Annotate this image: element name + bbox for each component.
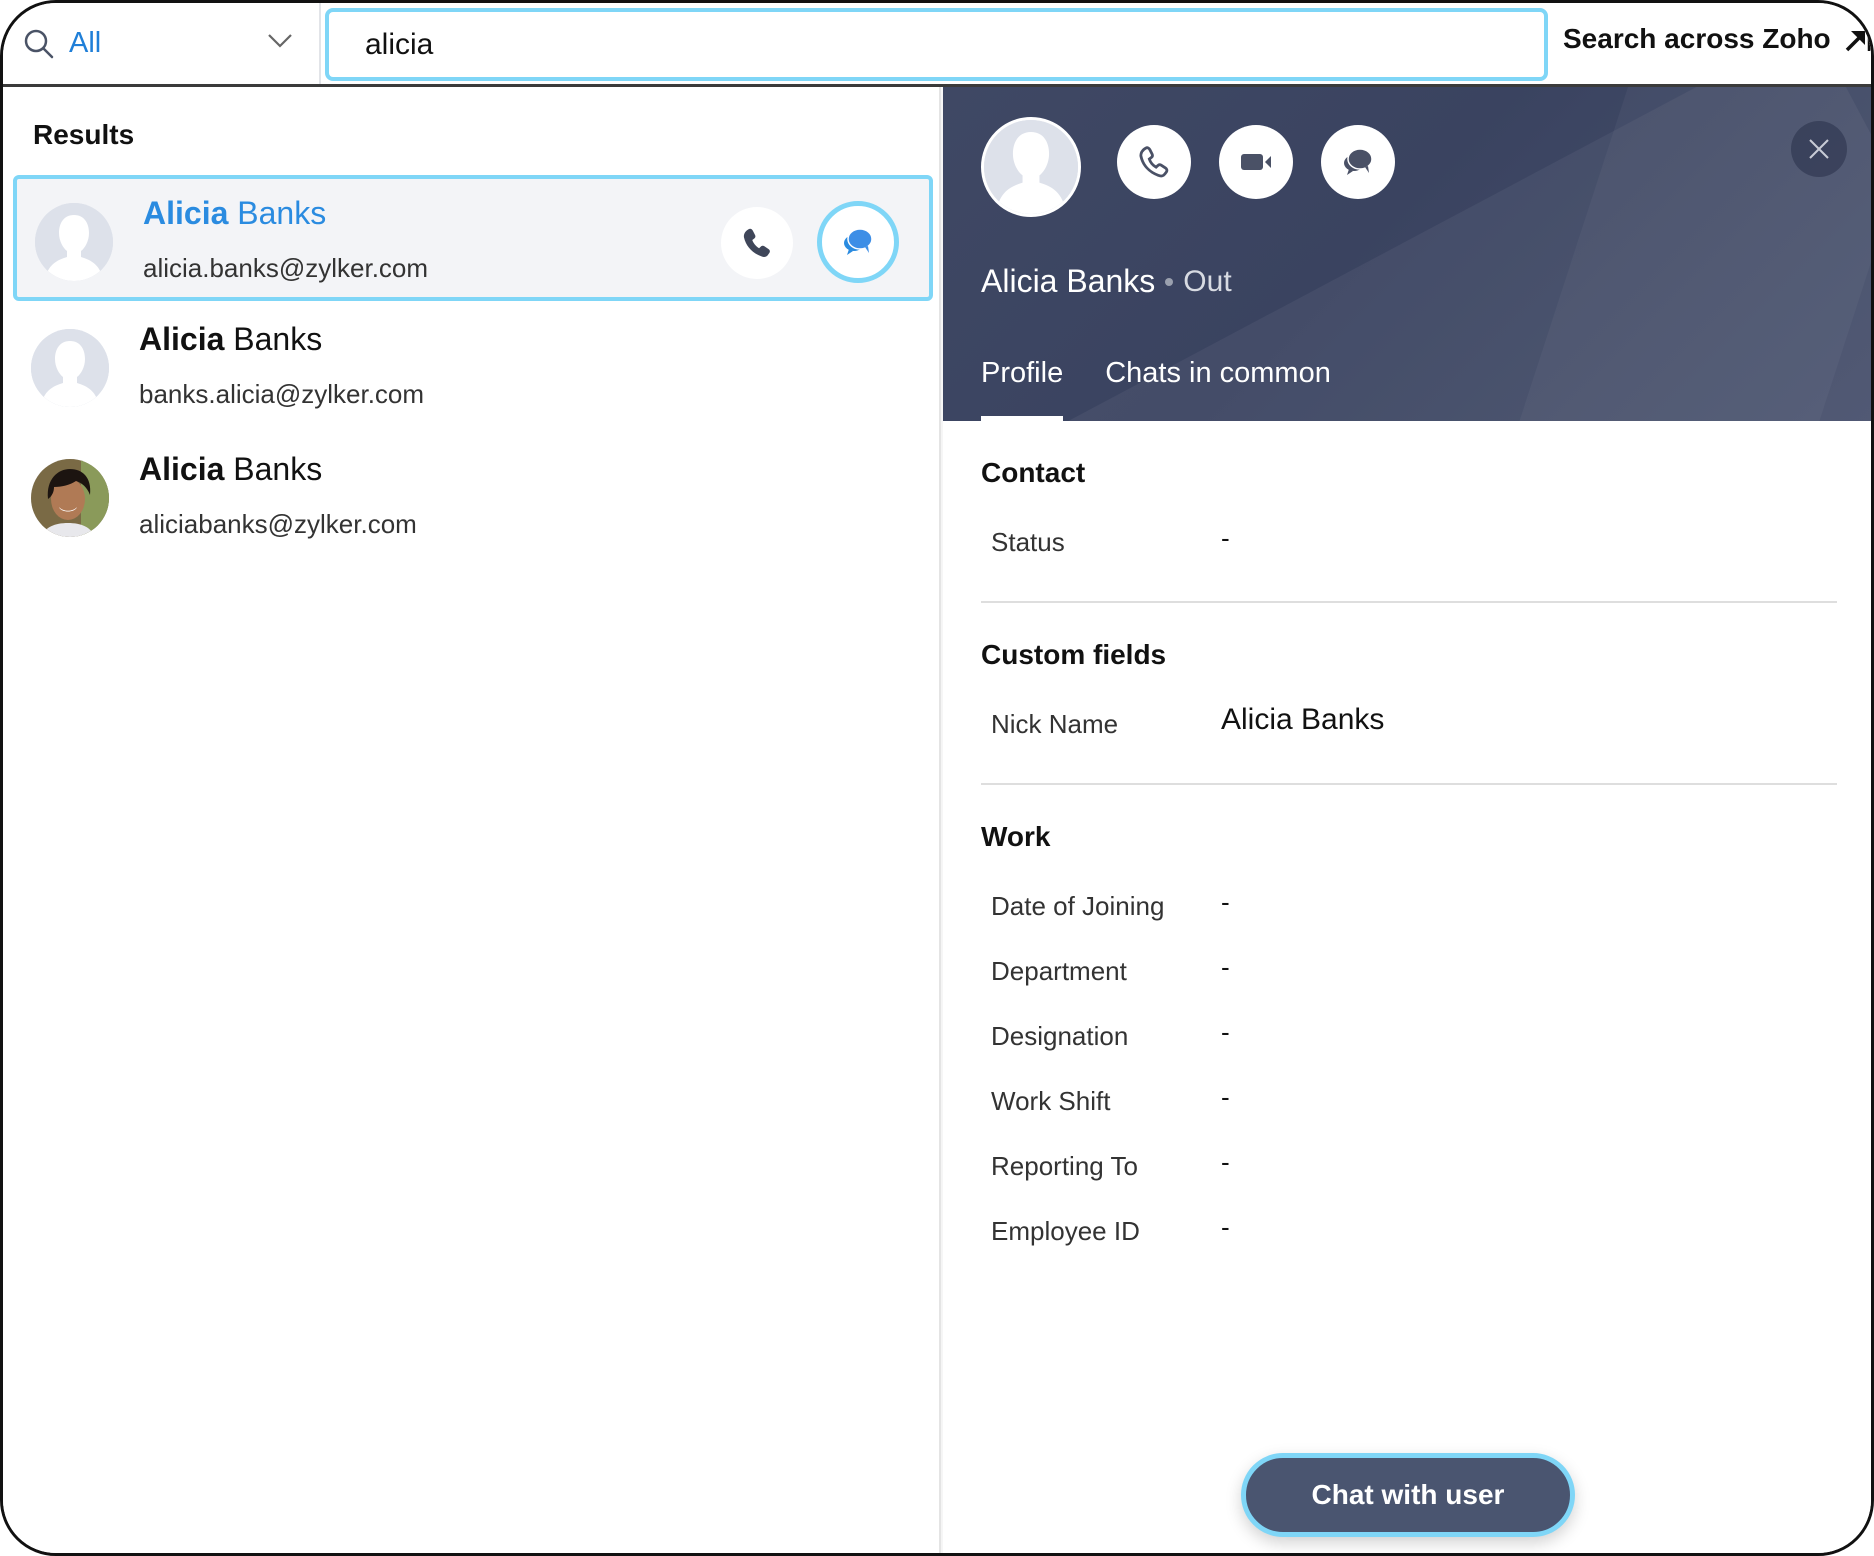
- result-row[interactable]: Alicia Banks banks.alicia@zylker.com: [13, 305, 933, 431]
- section-contact-title: Contact: [981, 457, 1086, 488]
- field-value-reporting-to: -: [1221, 1147, 1230, 1177]
- close-icon: [1809, 139, 1829, 159]
- results-title: Results: [33, 119, 135, 150]
- search-across-label: Search across Zoho: [1563, 23, 1831, 54]
- scope-label: All: [69, 27, 102, 59]
- profile-call-button[interactable]: [1117, 125, 1191, 199]
- search-window: All Search across Zoho Results: [0, 0, 1874, 1556]
- result-email: aliciabanks@zylker.com: [139, 509, 417, 539]
- field-label-date-of-joining: Date of Joining: [991, 891, 1165, 921]
- result-email: alicia.banks@zylker.com: [143, 253, 429, 283]
- result-name: Alicia Banks: [139, 321, 323, 357]
- avatar-photo: [31, 459, 109, 537]
- call-button[interactable]: [721, 207, 793, 279]
- chevron-down-icon: [268, 34, 292, 48]
- search-bar: All Search across Zoho: [3, 3, 1871, 87]
- field-value-designation: -: [1221, 1017, 1230, 1047]
- result-name: Alicia Banks: [143, 195, 327, 231]
- field-label-status: Status: [991, 527, 1065, 557]
- field-label-designation: Designation: [991, 1021, 1129, 1051]
- result-name: Alicia Banks: [139, 451, 323, 487]
- external-link-icon: [1845, 28, 1870, 52]
- phone-icon: [1139, 146, 1169, 178]
- result-email: banks.alicia@zylker.com: [139, 379, 425, 409]
- profile-status: Out: [1183, 264, 1232, 298]
- divider: [981, 601, 1837, 603]
- field-value-status: -: [1221, 523, 1230, 553]
- scope-dropdown[interactable]: All: [3, 3, 321, 84]
- field-label-nick-name: Nick Name: [991, 709, 1119, 739]
- field-value-date-of-joining: -: [1221, 887, 1230, 917]
- video-icon: [1241, 154, 1271, 170]
- profile-video-button[interactable]: [1219, 125, 1293, 199]
- result-row[interactable]: Alicia Banks aliciabanks@zylker.com: [13, 435, 933, 561]
- field-value-work-shift: -: [1221, 1082, 1230, 1112]
- result-row[interactable]: Alicia Banks alicia.banks@zylker.com: [13, 175, 933, 301]
- field-label-reporting-to: Reporting To: [991, 1151, 1138, 1181]
- field-value-department: -: [1221, 952, 1230, 982]
- person-silhouette-icon: [31, 329, 109, 407]
- search-across-zoho-link[interactable]: Search across Zoho: [1563, 23, 1871, 55]
- tab-chats-in-common[interactable]: Chats in common: [1105, 357, 1331, 421]
- person-silhouette-icon: [35, 203, 113, 281]
- chat-bubbles-icon: [844, 228, 873, 255]
- results-panel: Results Alicia Banks alicia.banks@zylker…: [3, 87, 941, 1553]
- tab-profile[interactable]: Profile: [981, 357, 1064, 421]
- section-custom-fields-title: Custom fields: [981, 639, 1167, 670]
- avatar-placeholder: [35, 203, 113, 281]
- close-profile-button[interactable]: [1791, 121, 1847, 177]
- person-silhouette-icon: [984, 120, 1078, 214]
- field-label-department: Department: [991, 956, 1127, 986]
- profile-name: Alicia Banks: [981, 263, 1156, 299]
- field-label-work-shift: Work Shift: [991, 1086, 1111, 1116]
- chat-button[interactable]: [817, 201, 899, 283]
- field-value-employee-id: -: [1221, 1212, 1230, 1242]
- field-label-employee-id: Employee ID: [991, 1216, 1140, 1246]
- search-icon: [24, 29, 54, 58]
- profile-tabs: Profile Chats in common: [981, 357, 1331, 421]
- profile-avatar: [981, 117, 1081, 217]
- section-work-title: Work: [981, 821, 1051, 852]
- profile-chat-button[interactable]: [1321, 125, 1395, 199]
- divider: [981, 783, 1837, 785]
- status-dot: [1165, 277, 1174, 286]
- chat-bubbles-icon: [1344, 148, 1373, 175]
- profile-name-line: Alicia Banks Out: [981, 263, 1232, 300]
- profile-panel: Alicia Banks Out Profile Chats in common…: [943, 87, 1871, 1553]
- field-value-nick-name: Alicia Banks: [1221, 703, 1385, 736]
- phone-icon: [743, 228, 770, 257]
- chat-with-user-button[interactable]: Chat with user: [1241, 1453, 1575, 1537]
- avatar-placeholder: [31, 329, 109, 407]
- profile-header: Alicia Banks Out Profile Chats in common: [943, 87, 1871, 421]
- search-input[interactable]: [325, 8, 1548, 81]
- user-photo-icon: [31, 459, 109, 537]
